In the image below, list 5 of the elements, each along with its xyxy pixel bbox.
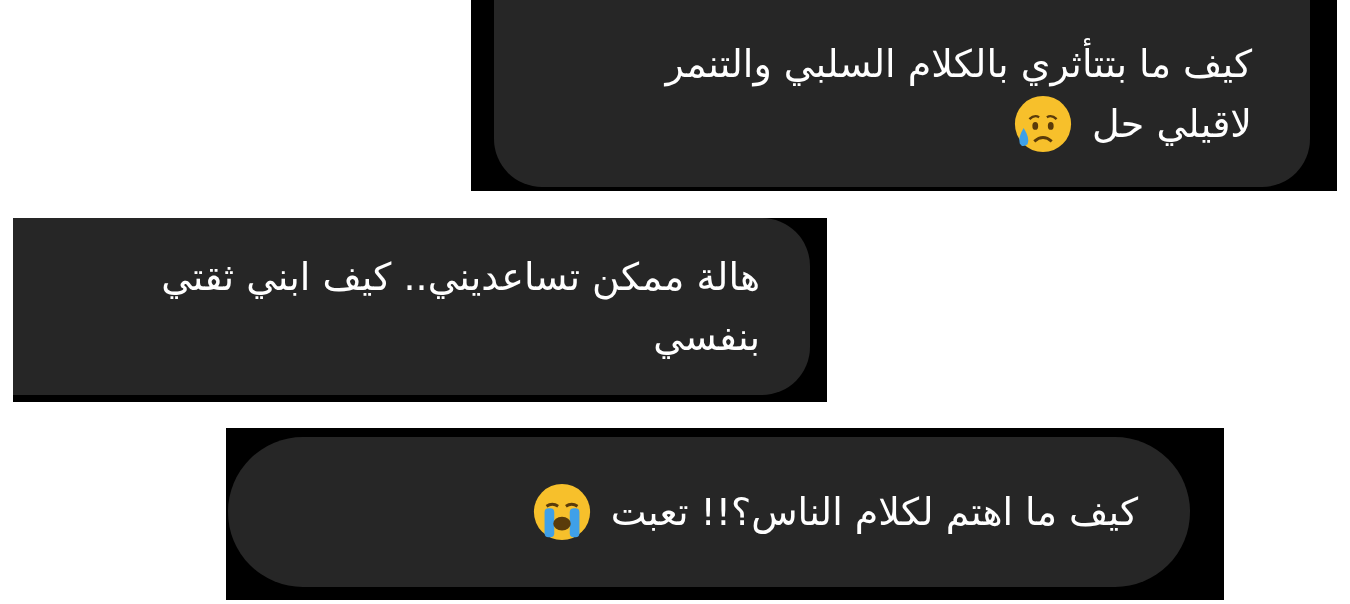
message-text: كيف ما اهتم لكلام الناس؟!! تعبت xyxy=(610,489,1138,536)
message-text: بنفسي xyxy=(653,313,760,361)
message-text: لاقيلي حل xyxy=(1092,100,1252,148)
message-text: هالة ممكن تساعديني.. كيف ابني ثقتي xyxy=(161,253,760,302)
message-text: كيف ما بتتأثري بالكلام السلبي والتنمر xyxy=(665,33,1252,94)
